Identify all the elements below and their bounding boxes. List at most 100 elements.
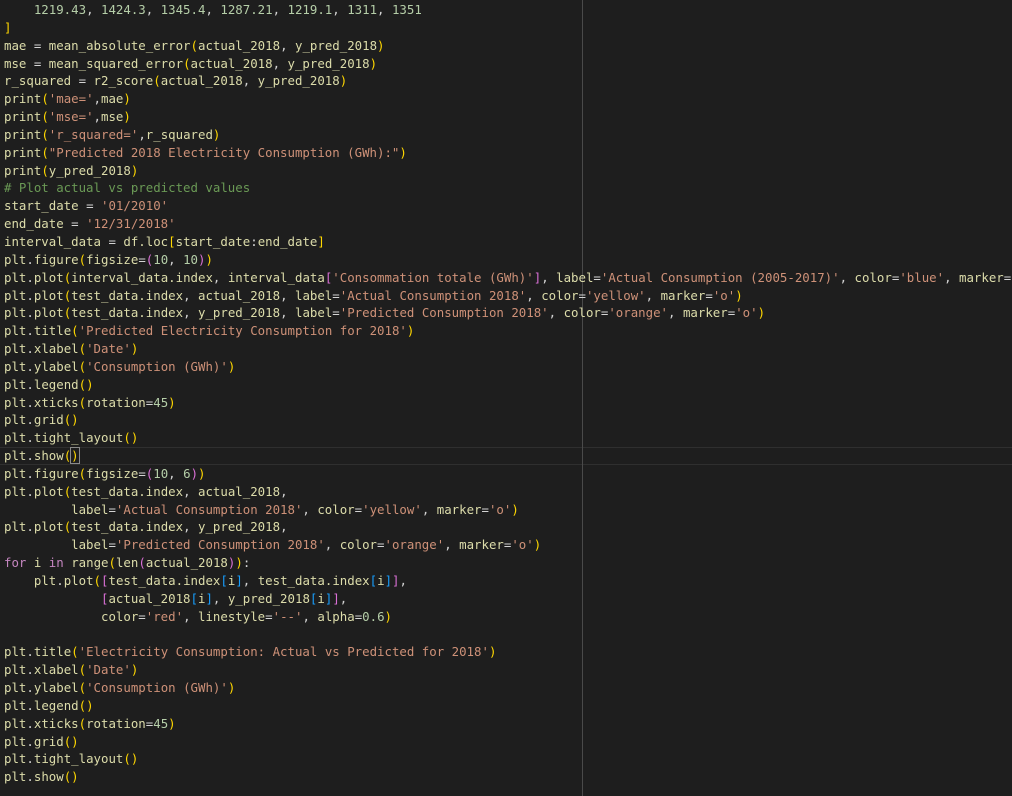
code-line[interactable]: plt.plot(test_data.index, y_pred_2018, l… [4, 304, 1012, 322]
code-token: = [377, 537, 385, 553]
code-token: plt [33, 573, 57, 588]
code-line[interactable]: 1219.43, 1424.3, 1345.4, 1287.21, 1219.1… [4, 1, 1012, 19]
code-line[interactable]: plt.ylabel('Consumption (GWh)') [4, 679, 1012, 697]
code-token: actual_2018 [145, 555, 228, 571]
code-token: plt [4, 376, 27, 392]
code-token: = [138, 251, 146, 267]
code-token: ( [71, 323, 79, 339]
code-token: . [26, 430, 34, 446]
code-token: 'o' [735, 305, 758, 321]
code-token: = [481, 501, 489, 517]
code-token: plt [4, 305, 27, 321]
code-editor[interactable]: 1219.43, 1424.3, 1345.4, 1287.21, 1219.1… [0, 0, 1012, 796]
code-token: 'Consumption (GWh)' [86, 358, 228, 374]
code-line[interactable]: ] [4, 19, 1012, 37]
code-line[interactable]: mse = mean_squared_error(actual_2018, y_… [4, 55, 1012, 73]
code-line[interactable]: plt.ylabel('Consumption (GWh)') [4, 358, 1012, 376]
code-token: test_data.index [71, 483, 184, 499]
code-line[interactable]: print('r_squared=',r_squared) [4, 126, 1012, 144]
code-lines[interactable]: 1219.43, 1424.3, 1345.4, 1287.21, 1219.1… [4, 1, 1012, 786]
code-token: ] [4, 19, 12, 35]
code-line[interactable]: plt.legend() [4, 376, 1012, 394]
code-line[interactable]: color='red', linestyle='--', alpha=0.6) [4, 608, 1012, 626]
code-line[interactable]: plt.grid() [4, 411, 1012, 429]
code-token: r_squared [145, 126, 213, 142]
code-line[interactable]: plt.xticks(rotation=45) [4, 715, 1012, 733]
code-token: show [33, 769, 64, 785]
code-token: plt [4, 341, 27, 357]
code-token: ) [212, 126, 221, 142]
code-token: end_date [4, 216, 64, 232]
code-line[interactable]: plt.figure(figsize=(10, 6)) [4, 465, 1012, 483]
code-line[interactable]: [actual_2018[i], y_pred_2018[i]], [4, 590, 1012, 608]
code-line[interactable]: plt.tight_layout() [4, 750, 1012, 768]
code-token: test_data.index [71, 287, 184, 303]
code-token: 0.6 [362, 608, 385, 624]
code-token: () [63, 733, 79, 749]
code-token: plt [4, 733, 27, 749]
code-line[interactable]: start_date = '01/2010' [4, 197, 1012, 215]
code-line[interactable]: label='Predicted Consumption 2018', colo… [4, 536, 1012, 554]
code-line[interactable]: plt.show() [4, 768, 1012, 786]
code-line[interactable]: plt.show() [4, 447, 1012, 465]
code-token: () [123, 751, 139, 767]
code-token: label [556, 269, 594, 285]
code-line[interactable]: plt.plot(test_data.index, actual_2018, l… [4, 287, 1012, 305]
code-line[interactable]: mae = mean_absolute_error(actual_2018, y… [4, 37, 1012, 55]
code-token: . [26, 769, 34, 785]
code-line[interactable]: plt.plot(test_data.index, y_pred_2018, [4, 518, 1012, 536]
code-token: 6 [183, 465, 191, 481]
code-token: rotation [86, 394, 146, 410]
code-line[interactable]: plt.plot(test_data.index, actual_2018, [4, 483, 1012, 501]
code-line[interactable]: plt.legend() [4, 697, 1012, 715]
code-token: ] [392, 573, 400, 588]
code-token: () [63, 412, 79, 428]
code-token: ) [198, 465, 206, 481]
code-line[interactable]: plt.title('Electricity Consumption: Actu… [4, 643, 1012, 661]
code-line[interactable]: end_date = '12/31/2018' [4, 215, 1012, 233]
code-token: = [593, 269, 601, 285]
code-token: , [138, 126, 146, 142]
code-line[interactable]: print('mae=',mae) [4, 90, 1012, 108]
code-token: , [541, 269, 557, 285]
code-line[interactable]: plt.plot([test_data.index[i], test_data.… [4, 572, 1012, 590]
code-token: 'red' [145, 608, 184, 624]
code-line[interactable]: plt.title('Predicted Electricity Consump… [4, 322, 1012, 340]
code-line[interactable]: # Plot actual vs predicted values [4, 179, 1012, 197]
code-token: , [168, 465, 184, 481]
code-token: . [26, 412, 34, 428]
code-line[interactable]: plt.xlabel('Date') [4, 661, 1012, 679]
code-token: 'mse=' [48, 109, 94, 125]
code-line[interactable]: interval_data = df.loc[start_date:end_da… [4, 233, 1012, 251]
code-token: . [26, 751, 34, 767]
code-line[interactable]: label='Actual Consumption 2018', color='… [4, 501, 1012, 519]
code-token: , [183, 287, 198, 303]
code-token: , [421, 501, 437, 517]
code-token: , [93, 109, 102, 125]
code-line[interactable]: for i in range(len(actual_2018)): [4, 554, 1012, 572]
code-token: ( [153, 73, 161, 89]
code-token: label [71, 501, 109, 517]
code-line[interactable] [4, 626, 1012, 644]
code-line[interactable]: plt.tight_layout() [4, 429, 1012, 447]
code-token: = [71, 73, 94, 89]
code-token: = [108, 501, 116, 517]
code-line[interactable]: print("Predicted 2018 Electricity Consum… [4, 144, 1012, 162]
code-line[interactable]: print(y_pred_2018) [4, 162, 1012, 180]
code-token: . [26, 465, 34, 481]
code-line[interactable]: plt.figure(figsize=(10, 10)) [4, 251, 1012, 269]
code-line[interactable]: plt.plot(interval_data.index, interval_d… [4, 269, 1012, 287]
code-token: plot [33, 519, 64, 535]
code-line[interactable]: print('mse=',mse) [4, 108, 1012, 126]
code-token: ) [399, 144, 407, 160]
code-token: ( [78, 251, 87, 267]
code-token: , [212, 269, 228, 285]
code-line[interactable]: plt.xticks(rotation=45) [4, 394, 1012, 412]
code-line[interactable]: r_squared = r2_score(actual_2018, y_pred… [4, 72, 1012, 90]
code-token: , [399, 573, 407, 588]
code-line[interactable]: plt.grid() [4, 733, 1012, 751]
code-line[interactable]: plt.xlabel('Date') [4, 340, 1012, 358]
code-token: marker [436, 501, 482, 517]
